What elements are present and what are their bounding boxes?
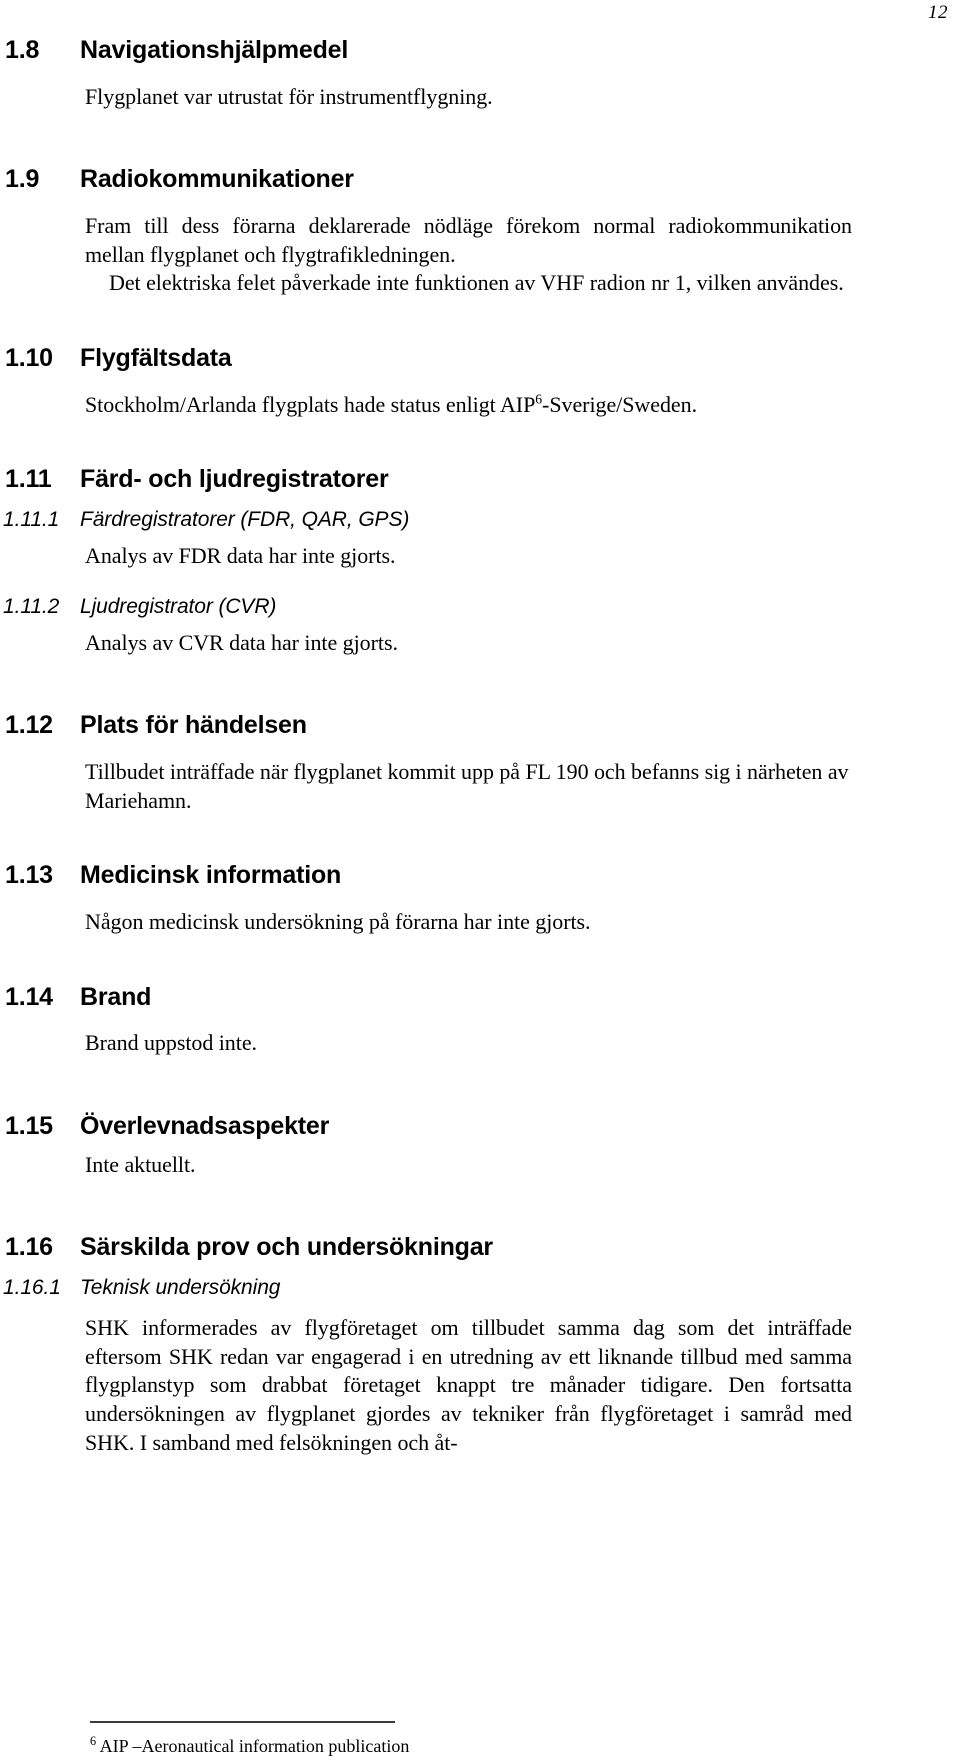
subsection-title: Teknisk undersökning [80,1276,281,1300]
page-number: 12 [928,2,948,23]
subsection-1-11-2-paragraph: Analys av CVR data har inte gjorts. [85,629,398,655]
subsection-1-16-1-paragraph: SHK informerades av flygföretaget om til… [85,1315,852,1455]
section-1-8-paragraph: Flygplanet var utrustat för instrumentfl… [85,83,493,109]
subsection-title: Ljudregistrator (CVR) [80,594,277,618]
subsection-number: 1.11.2 [3,594,60,618]
section-1-12-paragraph: Tillbudet inträffade när flygplanet komm… [85,759,849,813]
section-1-13-paragraph: Någon medicinsk undersökning på förarna … [85,909,591,935]
section-1-9-paragraph-1: Fram till dess förarna deklarerade nödlä… [85,213,852,267]
subsection-number: 1.11.1 [3,507,60,531]
section-1-14-paragraph: Brand uppstod inte. [85,1030,257,1056]
section-title: Flygfältsdata [80,343,232,372]
section-number: 1.10 [5,343,53,372]
subsection-1-11-1-paragraph: Analys av FDR data har inte gjorts. [85,543,396,569]
section-number: 1.14 [5,982,53,1011]
section-title: Brand [80,982,152,1011]
section-heading-1-15: 1.15 Överlevnadsaspekter [0,1112,960,1141]
section-number: 1.13 [5,861,53,890]
section-title: Färd- och ljudregistratorer [80,465,389,494]
section-title: Radiokommunikationer [80,165,354,194]
section-heading-1-16: 1.16 Särskilda prov och undersökningar [0,1233,960,1262]
section-heading-1-9: 1.9 Radiokommunikationer [0,165,960,194]
section-heading-1-11: 1.11 Färd- och ljudregistratorer [0,465,960,494]
subsection-heading-1-11-1: 1.11.1 Färdregistratorer (FDR, QAR, GPS) [0,508,960,532]
section-title: Navigationshjälpmedel [80,36,349,64]
section-number: 1.8 [5,36,40,64]
document-page: 12 1.8 Navigationshjälpmedel Flygplanet … [0,0,960,1762]
section-1-10-paragraph: Stockholm/Arlanda flygplats hade status … [85,391,852,420]
footnote-separator-rule [90,1721,395,1724]
section-heading-1-12: 1.12 Plats för händelsen [0,711,960,740]
section-number: 1.15 [5,1112,53,1141]
subsection-title: Färdregistratorer (FDR, QAR, GPS) [80,507,410,531]
footnote-marker: 6 [90,1734,97,1749]
subsection-heading-1-11-2: 1.11.2 Ljudregistrator (CVR) [0,595,960,619]
section-1-9-paragraph-2-text: Det elektriska felet påverkade inte funk… [109,270,844,296]
subsection-heading-1-16-1: 1.16.1 Teknisk undersökning [0,1276,960,1300]
section-heading-1-8: 1.8 Navigationshjälpmedel [0,36,960,65]
section-title: Särskilda prov och undersökningar [80,1233,493,1262]
section-number: 1.11 [5,465,52,494]
section-1-15-paragraph: Inte aktuellt. [85,1151,196,1177]
section-1-9-paragraph-2: Det elektriska felet påverkade inte funk… [85,269,852,298]
page-content: 1.8 Navigationshjälpmedel Flygplanet var… [0,36,960,1457]
section-1-10-text-before: Stockholm/Arlanda flygplats hade status … [85,391,536,417]
section-heading-1-13: 1.13 Medicinsk information [0,861,960,890]
section-title: Medicinsk information [80,861,342,890]
subsection-number: 1.16.1 [3,1276,61,1300]
section-1-10-text-after: -Sverige/Sweden. [542,391,698,417]
footnote-entry: 6 AIP –Aeronautical information publicat… [90,1734,960,1758]
section-number: 1.16 [5,1233,53,1262]
section-number: 1.9 [5,165,40,194]
section-heading-1-10: 1.10 Flygfältsdata [0,344,960,373]
section-number: 1.12 [5,711,53,740]
section-heading-1-14: 1.14 Brand [0,983,960,1012]
footnote-area: 6 AIP –Aeronautical information publicat… [0,1721,960,1758]
footnote-text: AIP –Aeronautical information publicatio… [99,1736,410,1757]
section-title: Plats för händelsen [80,711,307,740]
section-title: Överlevnadsaspekter [80,1112,330,1141]
